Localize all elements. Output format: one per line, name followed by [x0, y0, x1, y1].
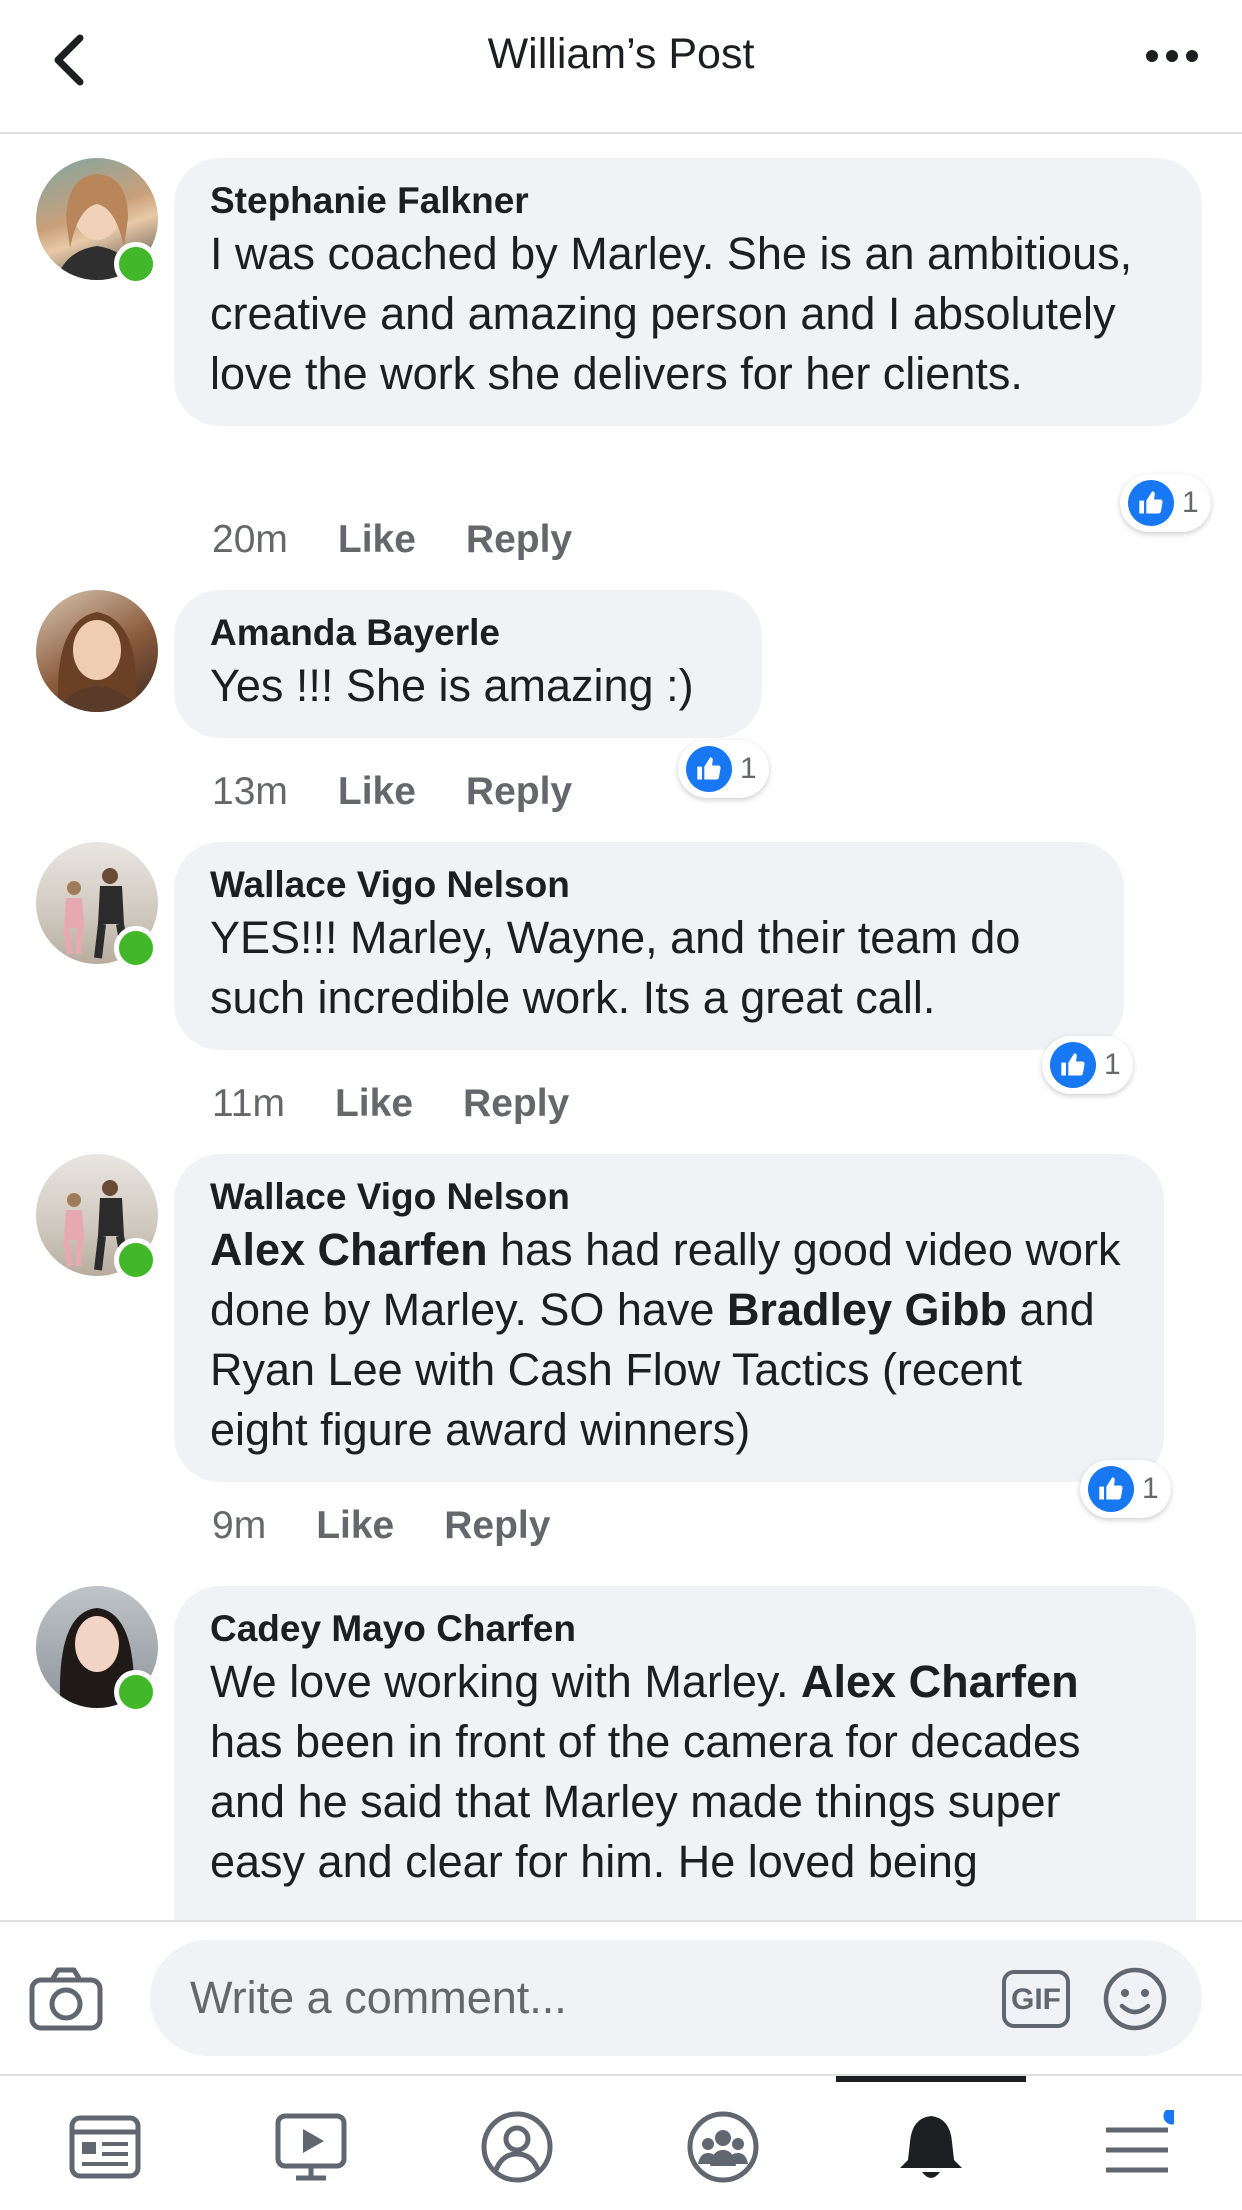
smiley-icon[interactable] — [1102, 1966, 1168, 2032]
camera-icon[interactable] — [28, 1964, 104, 2034]
comment-text: Alex Charfen has had really good video w… — [210, 1220, 1128, 1460]
reply-button[interactable]: Reply — [444, 1504, 550, 1547]
comment-author[interactable]: Cadey Mayo Charfen — [210, 1606, 1160, 1652]
watch-icon[interactable] — [274, 2110, 348, 2184]
reaction-count: 1 — [1182, 486, 1199, 519]
comment-text: We love working with Marley. Alex Charfe… — [210, 1652, 1160, 1892]
comment-author[interactable]: Wallace Vigo Nelson — [210, 862, 1088, 908]
comment-input-placeholder: Write a comment... — [190, 1972, 567, 2023]
avatar[interactable] — [36, 590, 158, 712]
online-indicator — [114, 1670, 158, 1714]
comment-composer: Write a comment... GIF — [0, 1920, 1242, 2074]
comment-input[interactable]: Write a comment... GIF — [150, 1940, 1202, 2056]
comment-time: 11m — [212, 1082, 285, 1125]
comments-feed[interactable]: Stephanie Falkner I was coached by Marle… — [0, 134, 1242, 1920]
mention-link[interactable]: Alex Charfen — [801, 1656, 1079, 1707]
reply-button[interactable]: Reply — [463, 1082, 569, 1125]
ellipsis-icon[interactable] — [1142, 46, 1202, 66]
like-reaction-icon — [1128, 480, 1174, 526]
comment-bubble[interactable]: Stephanie Falkner I was coached by Marle… — [174, 158, 1202, 426]
like-reaction-icon — [1088, 1466, 1134, 1512]
comment-meta: 13m Like Reply — [212, 770, 622, 814]
reaction-count: 1 — [740, 752, 757, 785]
news-feed-icon[interactable] — [68, 2110, 142, 2184]
comment-time: 13m — [212, 770, 288, 813]
comment-time: 20m — [212, 518, 288, 561]
reaction-count: 1 — [1142, 1472, 1159, 1505]
online-indicator — [114, 926, 158, 970]
profile-icon[interactable] — [480, 2110, 554, 2184]
reply-button[interactable]: Reply — [466, 770, 572, 813]
like-button[interactable]: Like — [316, 1504, 394, 1547]
comment-author[interactable]: Amanda Bayerle — [210, 610, 726, 656]
like-button[interactable]: Like — [338, 518, 416, 561]
comment-bubble[interactable]: Cadey Mayo Charfen We love working with … — [174, 1586, 1196, 1920]
reaction-badge[interactable]: 1 — [678, 740, 769, 798]
active-tab-indicator — [836, 2076, 1026, 2082]
groups-icon[interactable] — [686, 2110, 760, 2184]
comment-meta: 20m Like Reply — [212, 518, 622, 562]
comment-meta: 11m Like Reply — [212, 1082, 619, 1126]
comment-author[interactable]: Stephanie Falkner — [210, 178, 1166, 224]
reaction-badge[interactable]: 1 — [1080, 1460, 1171, 1518]
reaction-badge[interactable]: 1 — [1120, 474, 1211, 532]
comment-text: YES!!! Marley, Wayne, and their team do … — [210, 912, 1021, 1023]
comment-meta: 9m Like Reply — [212, 1504, 600, 1548]
menu-icon[interactable] — [1100, 2104, 1184, 2184]
comment-time: 9m — [212, 1504, 267, 1547]
comment-text: I was coached by Marley. She is an ambit… — [210, 228, 1133, 399]
reaction-badge[interactable]: 1 — [1042, 1036, 1133, 1094]
mention-link[interactable]: Bradley Gibb — [727, 1284, 1007, 1335]
reaction-count: 1 — [1104, 1048, 1121, 1081]
mention-link[interactable]: Alex Charfen — [210, 1224, 488, 1275]
comment-bubble[interactable]: Amanda Bayerle Yes !!! She is amazing :) — [174, 590, 762, 738]
online-indicator — [114, 242, 158, 286]
comment-bubble[interactable]: Wallace Vigo Nelson Alex Charfen has had… — [174, 1154, 1164, 1482]
like-button[interactable]: Like — [338, 770, 416, 813]
top-bar: William’s Post — [0, 0, 1242, 134]
page-title: William’s Post — [487, 30, 755, 78]
reply-button[interactable]: Reply — [466, 518, 572, 561]
comment-text-segment: has been in front of the camera for deca… — [210, 1716, 1081, 1887]
online-indicator — [114, 1238, 158, 1282]
gif-button[interactable]: GIF — [1002, 1970, 1070, 2028]
bottom-tab-bar — [0, 2074, 1242, 2210]
like-reaction-icon — [1050, 1042, 1096, 1088]
comment-text: Yes !!! She is amazing :) — [210, 660, 694, 711]
comment-text-segment: We love working with Marley. — [210, 1656, 802, 1707]
like-button[interactable]: Like — [335, 1082, 413, 1125]
comment-bubble[interactable]: Wallace Vigo Nelson YES!!! Marley, Wayne… — [174, 842, 1124, 1050]
comment-author[interactable]: Wallace Vigo Nelson — [210, 1174, 1128, 1220]
notifications-icon[interactable] — [894, 2110, 968, 2184]
like-reaction-icon — [686, 746, 732, 792]
